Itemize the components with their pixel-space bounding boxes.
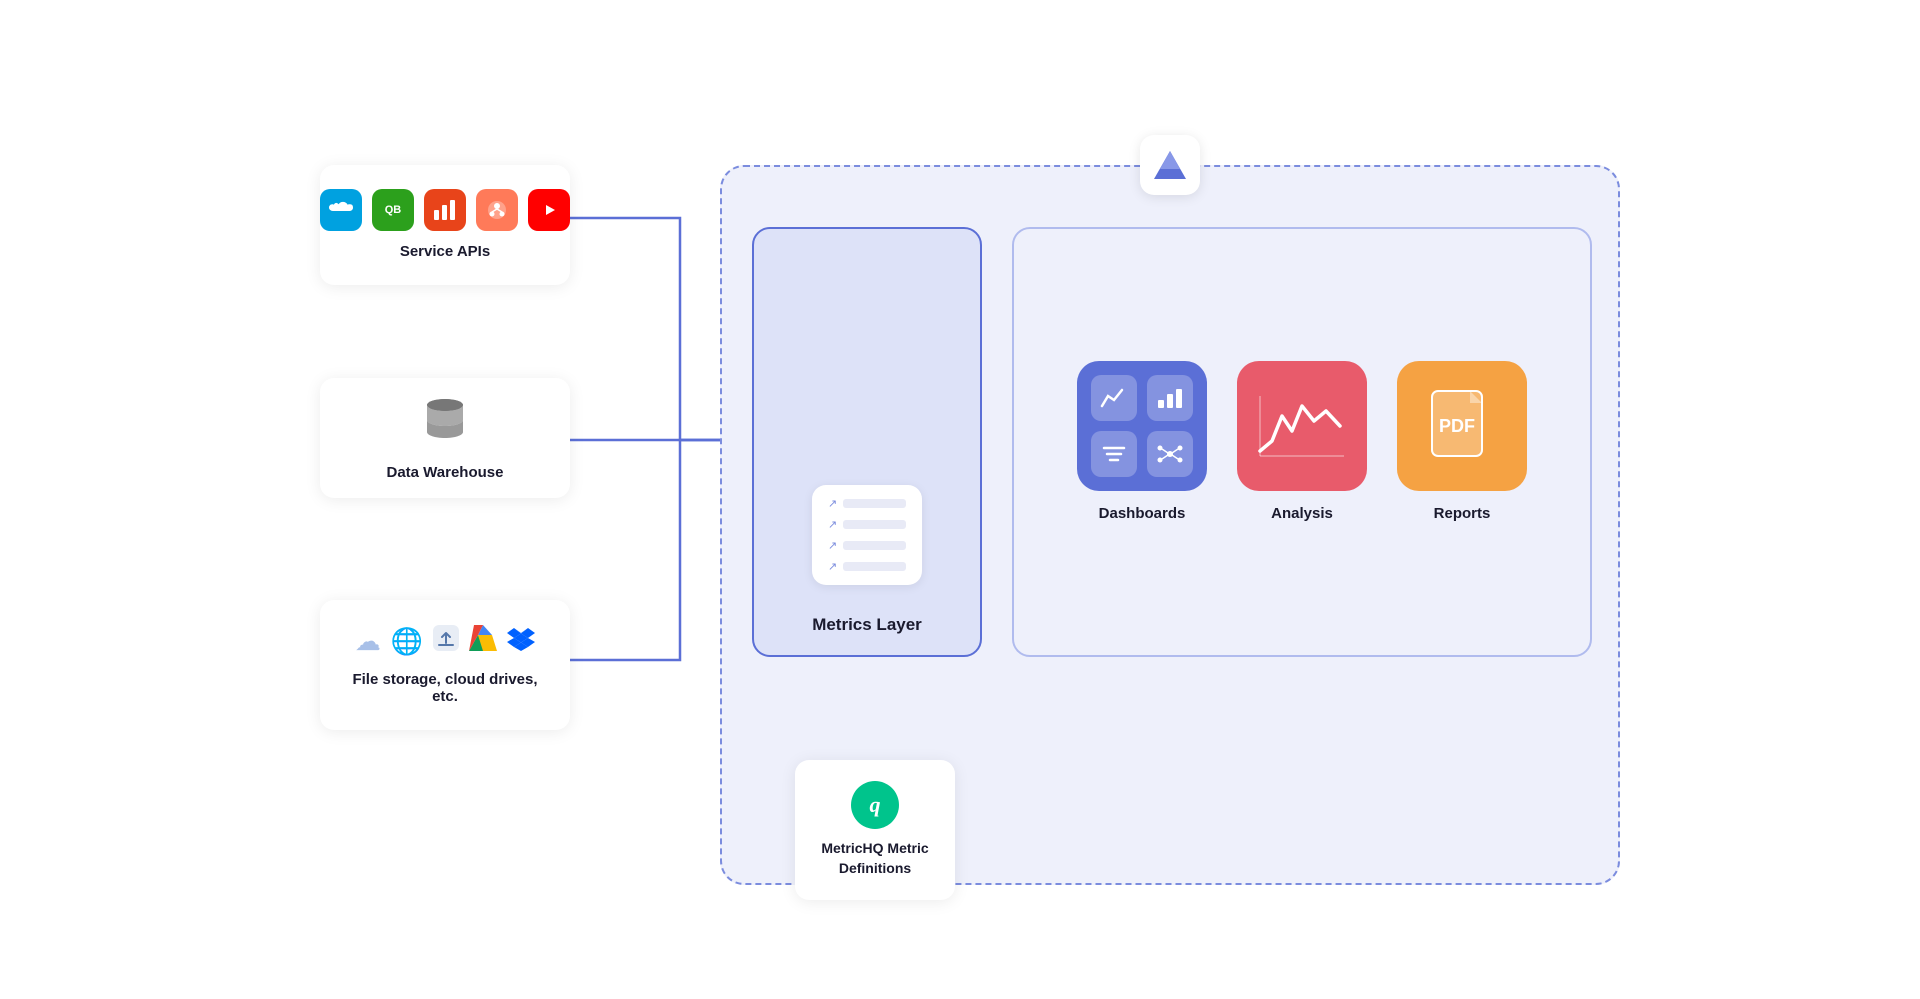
- analytics-icon: [424, 189, 466, 231]
- dashboards-card: Dashboards: [1077, 361, 1207, 522]
- data-warehouse-box: Data Warehouse: [320, 378, 570, 498]
- file-storage-label: File storage, cloud drives, etc.: [344, 671, 546, 705]
- metrichq-label: MetricHQ Metric Definitions: [819, 839, 931, 878]
- gdrive-icon: [469, 625, 497, 658]
- reports-icon-box: PDF: [1397, 361, 1527, 491]
- salesforce-icon: [320, 189, 362, 231]
- dashboards-label: Dashboards: [1099, 505, 1186, 522]
- dash-line-icon: [1091, 375, 1137, 421]
- service-apis-label: Service APIs: [400, 243, 490, 260]
- globe-icon: 🌐: [391, 626, 423, 657]
- hubspot-icon: [476, 189, 518, 231]
- dashboards-icon-box: [1077, 361, 1207, 491]
- file-storage-box: ☁ 🌐: [320, 600, 570, 730]
- upload-icon: [433, 625, 459, 658]
- cloud-icon: ☁: [355, 626, 381, 657]
- metrichq-box: q MetricHQ Metric Definitions: [795, 760, 955, 900]
- youtube-icon: [528, 189, 570, 231]
- analysis-card: Analysis: [1237, 361, 1367, 522]
- mountain-logo: [1140, 135, 1200, 195]
- service-apis-box: QB: [320, 165, 570, 285]
- dash-filter-icon: [1091, 431, 1137, 477]
- data-warehouse-icons: [421, 394, 469, 452]
- reports-label: Reports: [1434, 505, 1491, 522]
- outputs-box: Dashboards Ana: [1012, 227, 1592, 657]
- file-storage-icons: ☁ 🌐: [355, 625, 535, 659]
- dropbox-icon: [507, 625, 535, 659]
- quickbooks-icon: QB: [372, 189, 414, 231]
- reports-card: PDF Reports: [1397, 361, 1527, 522]
- database-icon: [421, 394, 469, 452]
- metrics-layer-box: ↗ ↗ ↗ ↗ Metri: [752, 227, 982, 657]
- svg-text:PDF: PDF: [1439, 416, 1475, 436]
- dash-nodes-icon: [1147, 431, 1193, 477]
- metrichq-logo: q: [851, 781, 899, 829]
- data-warehouse-label: Data Warehouse: [387, 464, 504, 481]
- service-apis-icons: QB: [320, 189, 570, 231]
- analysis-label: Analysis: [1271, 505, 1333, 522]
- metrics-layer-label: Metrics Layer: [812, 615, 922, 635]
- analysis-icon-box: [1237, 361, 1367, 491]
- dash-bar-icon: [1147, 375, 1193, 421]
- metrics-layer-icon: ↗ ↗ ↗ ↗: [812, 485, 922, 585]
